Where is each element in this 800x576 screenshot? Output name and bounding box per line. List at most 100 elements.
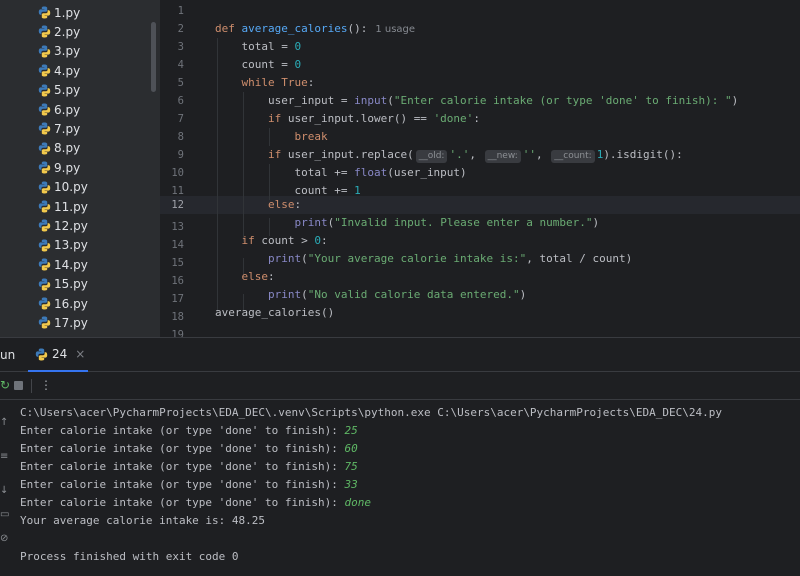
project-file-label: 11.py — [54, 199, 88, 214]
project-file-item[interactable]: 7.py — [38, 119, 80, 138]
console-prompt-line: Enter calorie intake (or type 'done' to … — [20, 458, 358, 476]
project-file-label: 7.py — [54, 121, 81, 136]
code-token: user_input.lower() == — [287, 112, 434, 125]
project-file-item[interactable]: 9.py — [38, 158, 80, 177]
line-number[interactable]: 16 — [160, 272, 184, 290]
console-user-input: 60 — [344, 442, 358, 455]
code-token: 'done' — [433, 112, 474, 125]
project-tree-scrollbar[interactable] — [151, 22, 156, 92]
line-number[interactable]: 15 — [160, 254, 184, 272]
code-token: ( — [301, 252, 308, 265]
code-token: count = — [215, 58, 295, 71]
project-file-item[interactable]: 15.py — [38, 275, 88, 294]
code-editor[interactable]: 1 2 3 4 5 6 7 8 9 10 11 12 13 14 15 16 17 18 19 def averag… — [160, 0, 800, 337]
code-line-7[interactable]: if user_input.lower() == 'done': — [215, 110, 480, 128]
line-number[interactable]: 1 — [160, 2, 184, 20]
code-line-18[interactable]: average_calories() — [215, 304, 334, 322]
project-file-label: 13.py — [54, 238, 88, 253]
code-token: , total / count) — [526, 252, 633, 265]
code-line-13[interactable]: print("Invalid input. Please enter a num… — [215, 214, 599, 232]
run-tool-window-title[interactable]: un — [0, 348, 15, 362]
python-file-icon — [38, 103, 51, 116]
run-tab-24[interactable]: 24 × — [28, 338, 88, 372]
code-token: True — [281, 76, 308, 89]
console-prompt-line: Enter calorie intake (or type 'done' to … — [20, 494, 371, 512]
console-result-line: Your average calorie intake is: 48.25 — [20, 514, 266, 527]
soft-wrap-icon[interactable]: ≡ — [0, 451, 8, 462]
line-number[interactable]: 7 — [160, 110, 184, 128]
code-line-15[interactable]: print("Your average calorie intake is:",… — [215, 250, 632, 268]
project-file-item[interactable]: 1.py — [38, 3, 80, 22]
project-file-item[interactable]: 2.py — [38, 22, 80, 41]
code-token: input — [354, 94, 388, 107]
code-token: count > — [261, 234, 315, 247]
code-line-3[interactable]: total = 0 — [215, 38, 301, 56]
line-number[interactable]: 10 — [160, 164, 184, 182]
line-number[interactable]: 8 — [160, 128, 184, 146]
code-line-16[interactable]: else: — [215, 268, 275, 286]
line-number[interactable]: 5 — [160, 74, 184, 92]
code-line-5[interactable]: while True: — [215, 74, 315, 92]
line-number[interactable]: 18 — [160, 308, 184, 326]
line-number[interactable]: 13 — [160, 218, 184, 236]
param-hint-count: __count: — [551, 150, 595, 163]
project-file-item[interactable]: 11.py — [38, 197, 88, 216]
line-number[interactable]: 17 — [160, 290, 184, 308]
project-file-item[interactable]: 14.py — [38, 255, 88, 274]
stop-icon[interactable] — [14, 381, 23, 390]
code-line-12[interactable]: else: — [215, 196, 301, 214]
console-prompt-line: Enter calorie intake (or type 'done' to … — [20, 476, 358, 494]
project-file-item[interactable]: 12.py — [38, 216, 88, 235]
line-number[interactable]: 14 — [160, 236, 184, 254]
code-line-10[interactable]: total += float(user_input) — [215, 164, 466, 182]
python-file-icon — [38, 161, 51, 174]
print-icon[interactable]: ▭ — [0, 509, 9, 520]
code-token: 0 — [294, 58, 302, 71]
console-prompt: Enter calorie intake (or type 'done' to … — [20, 442, 345, 455]
code-line-4[interactable]: count = 0 — [215, 56, 301, 74]
code-token: (): — [347, 22, 368, 35]
python-file-icon — [38, 142, 51, 155]
scroll-to-end-icon[interactable]: ↓ — [0, 485, 8, 496]
project-file-item[interactable]: 13.py — [38, 236, 88, 255]
line-number[interactable]: 9 — [160, 146, 184, 164]
scroll-up-icon[interactable]: ↑ — [0, 417, 8, 428]
code-token: : — [268, 270, 275, 283]
line-number[interactable]: 4 — [160, 56, 184, 74]
code-line-17[interactable]: print("No valid calorie data entered.") — [215, 286, 526, 304]
close-tab-icon[interactable]: × — [75, 347, 85, 361]
project-file-item[interactable]: 4.py — [38, 61, 80, 80]
console-prompt-line: Enter calorie intake (or type 'done' to … — [20, 422, 358, 440]
project-file-item[interactable]: 6.py — [38, 100, 80, 119]
code-line-6[interactable]: user_input = input("Enter calorie intake… — [215, 92, 738, 110]
project-file-item[interactable]: 8.py — [38, 139, 80, 158]
line-number[interactable]: 12 — [160, 196, 184, 214]
usage-hint[interactable]: 1 usage — [375, 24, 415, 35]
project-file-label: 14.py — [54, 257, 88, 272]
line-number[interactable]: 6 — [160, 92, 184, 110]
code-line-9[interactable]: if user_input.replace(__old: '.', __new: '… — [215, 146, 683, 164]
project-file-item[interactable]: 5.py — [38, 81, 80, 100]
code-token: else — [267, 198, 295, 211]
line-number[interactable]: 2 — [160, 20, 184, 38]
project-file-item[interactable]: 3.py — [38, 42, 80, 61]
code-line-14[interactable]: if count > 0: — [215, 232, 328, 250]
console-command-line: C:\Users\acer\PycharmProjects\EDA_DEC\.v… — [20, 406, 722, 419]
more-options-icon[interactable]: ⋮ — [40, 378, 52, 392]
run-tool-window: un 24 × ↻ ⋮ ↑ ≡ ↓ ▭ ⊘ C:\Users\acer\Pych… — [0, 337, 800, 576]
code-line-2[interactable]: def average_calories(): 1 usage — [215, 20, 415, 38]
line-number[interactable]: 3 — [160, 38, 184, 56]
code-line-8[interactable]: break — [215, 128, 327, 146]
rerun-icon[interactable]: ↻ — [0, 378, 10, 392]
project-file-item[interactable]: 16.py — [38, 294, 88, 313]
clear-console-icon[interactable]: ⊘ — [0, 533, 8, 544]
code-token: ) — [731, 94, 739, 107]
project-file-item[interactable]: 17.py — [38, 313, 88, 332]
project-file-item[interactable]: 10.py — [38, 178, 88, 197]
project-file-label: 2.py — [54, 24, 81, 39]
code-token: ) — [519, 288, 527, 301]
line-number[interactable]: 19 — [160, 326, 184, 337]
